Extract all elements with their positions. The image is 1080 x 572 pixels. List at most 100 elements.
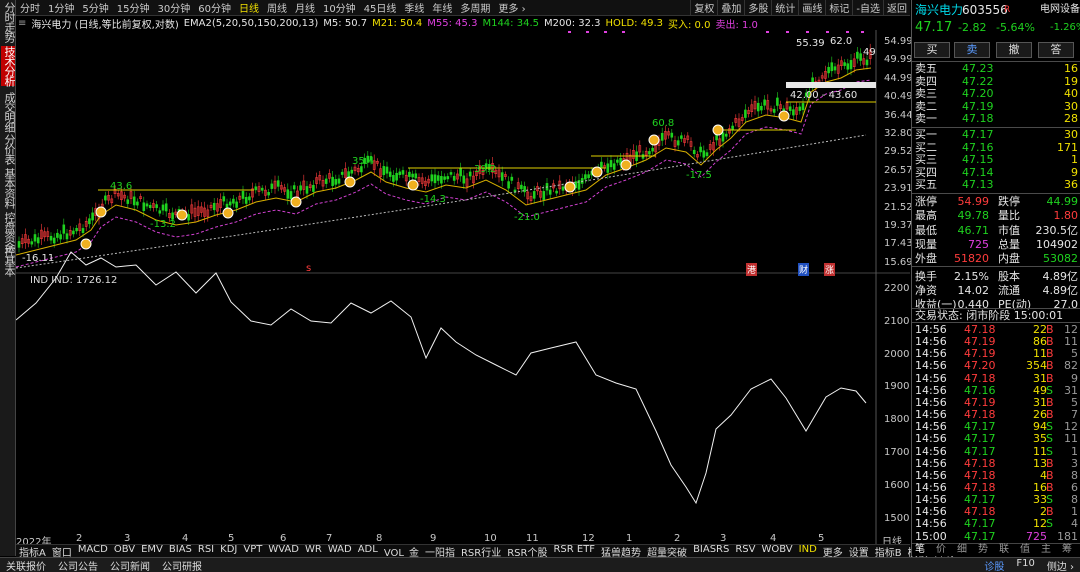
ask-row[interactable]: 卖二 47.19 30 xyxy=(912,100,1080,114)
period-tab-12[interactable]: 年线 xyxy=(428,0,456,15)
sell-signal-tick xyxy=(861,31,864,33)
ask-row[interactable]: 卖四 47.22 19 xyxy=(912,75,1080,89)
period-tab-14[interactable]: 更多 › xyxy=(494,0,529,15)
sell-signal-tick xyxy=(806,31,809,33)
candle-body xyxy=(865,59,869,66)
sidebar-tab-6[interactable]: 控基本 xyxy=(1,246,16,276)
status-link-0[interactable]: 关联报价 xyxy=(0,558,52,572)
period-tab-2[interactable]: 5分钟 xyxy=(78,0,112,15)
date-tick: 12 xyxy=(582,533,595,544)
candle-body xyxy=(212,202,216,211)
stat-value: 51820 xyxy=(954,252,989,266)
bid-row[interactable]: 买二 47.16 171 xyxy=(912,141,1080,155)
tool-5[interactable]: 标记 xyxy=(825,0,852,15)
price-and-indicator-chart[interactable] xyxy=(16,30,910,544)
quote-tab-6[interactable]: 主 xyxy=(1041,544,1051,557)
candle-body xyxy=(660,132,664,141)
label-hi6: 62.0 xyxy=(830,36,853,47)
sell-button[interactable]: 卖 xyxy=(954,42,990,58)
period-tab-5[interactable]: 60分钟 xyxy=(194,0,235,15)
candle-body xyxy=(340,171,344,175)
sidebar-tab-2[interactable]: 成交明细 xyxy=(1,92,16,132)
tool-6[interactable]: -自选 xyxy=(852,0,883,15)
sell-signal-tick xyxy=(786,31,789,33)
sidebar-tab-1[interactable]: 技术分析 xyxy=(1,46,16,86)
bid-row[interactable]: 买三 47.15 1 xyxy=(912,154,1080,167)
period-tab-7[interactable]: 周线 xyxy=(263,0,291,15)
status-right-0[interactable]: 诊股 xyxy=(978,558,1010,572)
candle-body xyxy=(587,174,590,179)
ema-params[interactable]: EMA2(5,20,50,150,200,13) xyxy=(184,18,319,29)
quote-tab-3[interactable]: 势 xyxy=(978,544,988,557)
candle-body xyxy=(350,169,354,174)
candle-body xyxy=(382,166,386,176)
period-tab-8[interactable]: 月线 xyxy=(291,0,319,15)
sector-name[interactable]: 电网设备 xyxy=(1040,4,1080,17)
stat-label: 流通 xyxy=(998,283,1020,297)
buy-button[interactable]: 买 xyxy=(914,42,950,58)
quote-tab-7[interactable]: 筹 xyxy=(1062,544,1072,557)
status-link-3[interactable]: 公司研报 xyxy=(156,558,208,572)
candle-body xyxy=(744,109,747,118)
ask-row[interactable]: 卖一 47.18 28 xyxy=(912,113,1080,126)
quote-tab-2[interactable]: 细 xyxy=(957,544,967,557)
candle-body xyxy=(292,185,296,190)
period-tab-4[interactable]: 30分钟 xyxy=(153,0,194,15)
bid-row[interactable]: 买五 47.13 36 xyxy=(912,179,1080,192)
candle-body xyxy=(776,97,779,106)
cancel-order-button[interactable]: 撤 xyxy=(996,42,1032,58)
ma-indicator-header: ≡ 海兴电力 (日线,等比前复权,对数) EMA2(5,20,50,150,20… xyxy=(16,16,910,31)
status-link-2[interactable]: 公司新闻 xyxy=(104,558,156,572)
tool-2[interactable]: 多股 xyxy=(744,0,771,15)
period-tab-6[interactable]: 日线 xyxy=(235,0,263,15)
ask-row[interactable]: 卖五 47.23 16 xyxy=(912,62,1080,76)
period-tab-0[interactable]: 分时 xyxy=(16,0,44,15)
ask-price: 47.18 xyxy=(962,112,994,126)
date-tick: 8 xyxy=(376,533,383,544)
status-right-2[interactable]: 侧边 › xyxy=(1041,558,1080,572)
period-tab-3[interactable]: 15分钟 xyxy=(113,0,154,15)
sell-signal-tick xyxy=(586,31,589,33)
label-lo4: -17.5 xyxy=(686,170,712,181)
tool-3[interactable]: 统计 xyxy=(771,0,798,15)
ask-row[interactable]: 卖三 47.20 40 xyxy=(912,88,1080,101)
buy-signal-dot xyxy=(407,179,419,191)
period-toolbar: 分时 1分钟 5分钟 15分钟 30分钟 60分钟 日线 周线 月线 10分钟 45日线 季线 年线 多周… xyxy=(16,0,910,16)
status-link-1[interactable]: 公司公告 xyxy=(52,558,104,572)
quote-tab-0[interactable]: 笔 xyxy=(915,544,925,557)
tool-1[interactable]: 叠加 xyxy=(717,0,744,15)
indicator-tick: 1600 xyxy=(884,479,910,491)
ask-volume: 40 xyxy=(1064,87,1078,101)
price-change: -2.82 xyxy=(958,21,987,34)
period-tab-9[interactable]: 10分钟 xyxy=(319,0,360,15)
sidebar-tab-4[interactable]: 基本资料 xyxy=(1,168,16,208)
period-tab-11[interactable]: 季线 xyxy=(400,0,428,15)
quote-tab-4[interactable]: 联 xyxy=(999,544,1009,557)
candle-body xyxy=(347,171,350,178)
sidebar-tab-0[interactable]: 分时走势 xyxy=(1,2,16,42)
bid-row[interactable]: 买四 47.14 9 xyxy=(912,166,1080,180)
candle-body xyxy=(843,62,846,66)
indicator-tick: 1900 xyxy=(884,381,910,393)
candle-body xyxy=(788,106,792,112)
period-tab-10[interactable]: 45日线 xyxy=(360,0,401,15)
sidebar-tab-3[interactable]: 分价表 xyxy=(1,134,16,164)
period-tab-1[interactable]: 1分钟 xyxy=(44,0,78,15)
period-tab-13[interactable]: 多周期 xyxy=(456,0,494,15)
label-lo3: -21.0 xyxy=(514,212,540,223)
stat-label: 市值 xyxy=(998,223,1020,237)
bid-row[interactable]: 买一 47.17 30 xyxy=(912,128,1080,142)
candle-body xyxy=(609,160,613,168)
tool-4[interactable]: 画线 xyxy=(798,0,825,15)
quote-tab-1[interactable]: 价 xyxy=(936,544,946,557)
candle-body xyxy=(468,171,472,177)
tick-price: 47.17 xyxy=(964,432,996,446)
candle-body xyxy=(542,191,546,200)
tool-0[interactable]: 复权 xyxy=(690,0,717,15)
tool-7[interactable]: 返回 xyxy=(883,0,910,15)
status-right-1[interactable]: F10 xyxy=(1010,558,1040,572)
answer-button[interactable]: 答 xyxy=(1038,42,1074,58)
buy-signal-dot xyxy=(648,134,660,146)
quote-tab-5[interactable]: 值 xyxy=(1020,544,1030,557)
ma-menu-icon[interactable]: ≡ xyxy=(18,18,26,29)
